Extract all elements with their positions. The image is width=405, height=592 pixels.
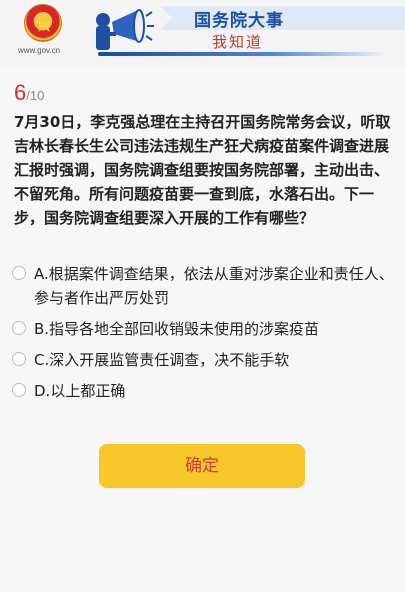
- total-questions: /10: [26, 88, 45, 103]
- option-label: B.指导各地全部回收销毁未使用的涉案疫苗: [34, 320, 320, 338]
- option-c[interactable]: C.深入开展监管责任调查，决不能手软: [12, 348, 397, 372]
- question-text: 7月30日，李克强总理在主持召开国务院常务会议，听取吉林长春长生公司违法违规生产…: [14, 113, 391, 227]
- megaphone-icon: [96, 9, 154, 50]
- option-label: A.根据案件调查结果，依法从重对涉案企业和责任人、参与者作出严厉处罚: [34, 265, 394, 307]
- option-label: D.以上都正确: [34, 382, 126, 400]
- page-title: 国务院大事: [194, 11, 284, 31]
- radio-icon[interactable]: [12, 352, 26, 366]
- page-subtitle: 我知道: [212, 33, 264, 51]
- question-progress: 6/10: [14, 80, 44, 106]
- answer-options: A.根据案件调查结果，依法从重对涉案企业和责任人、参与者作出严厉处罚 B.指导各…: [12, 262, 397, 410]
- header-banner: www.gov.cn 国务院大事 我知道: [0, 0, 405, 66]
- header-divider: [98, 52, 388, 56]
- confirm-button[interactable]: 确定: [99, 444, 305, 488]
- radio-icon[interactable]: [12, 266, 26, 280]
- radio-icon[interactable]: [12, 383, 26, 397]
- option-a[interactable]: A.根据案件调查结果，依法从重对涉案企业和责任人、参与者作出严厉处罚: [12, 262, 397, 310]
- option-b[interactable]: B.指导各地全部回收销毁未使用的涉案疫苗: [12, 317, 397, 341]
- site-url: www.gov.cn: [18, 46, 61, 55]
- option-d[interactable]: D.以上都正确: [12, 379, 397, 403]
- national-emblem-icon: [24, 4, 62, 42]
- current-question-number: 6: [14, 80, 27, 105]
- radio-icon[interactable]: [12, 321, 26, 335]
- option-label: C.深入开展监管责任调查，决不能手软: [34, 351, 290, 369]
